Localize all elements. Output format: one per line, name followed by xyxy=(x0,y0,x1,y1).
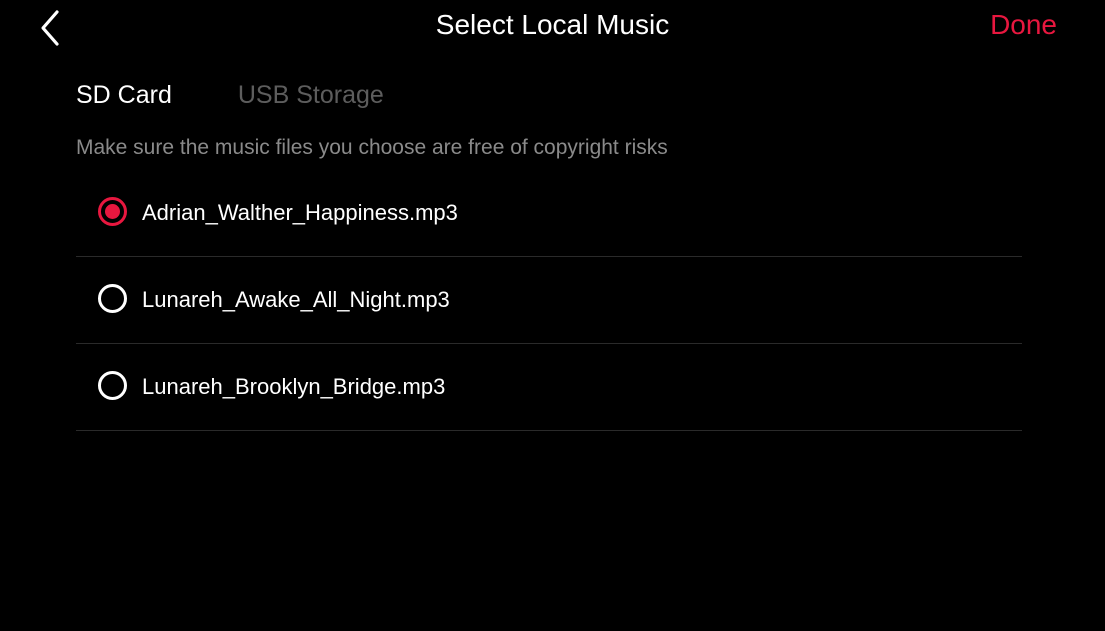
file-name: Adrian_Walther_Happiness.mp3 xyxy=(142,200,458,225)
radio-button[interactable] xyxy=(98,284,127,313)
tab-usb-storage[interactable]: USB Storage xyxy=(238,78,384,112)
music-file-list: Adrian_Walther_Happiness.mp3 Lunareh_Awa… xyxy=(76,170,1022,431)
file-name: Lunareh_Brooklyn_Bridge.mp3 xyxy=(142,374,446,399)
copyright-notice: Make sure the music files you choose are… xyxy=(76,136,668,159)
list-item[interactable]: Adrian_Walther_Happiness.mp3 xyxy=(76,170,1022,257)
list-item[interactable]: Lunareh_Awake_All_Night.mp3 xyxy=(76,257,1022,344)
page-title: Select Local Music xyxy=(435,9,670,40)
tab-sd-card[interactable]: SD Card xyxy=(76,78,172,112)
list-item[interactable]: Lunareh_Brooklyn_Bridge.mp3 xyxy=(76,344,1022,431)
file-name: Lunareh_Awake_All_Night.mp3 xyxy=(142,287,450,312)
done-button[interactable]: Done xyxy=(990,8,1057,42)
radio-button-selected[interactable] xyxy=(98,197,127,226)
storage-tabs: SD Card USB Storage xyxy=(76,78,384,112)
radio-button[interactable] xyxy=(98,371,127,400)
header-bar: Select Local Music Done xyxy=(0,0,1105,56)
